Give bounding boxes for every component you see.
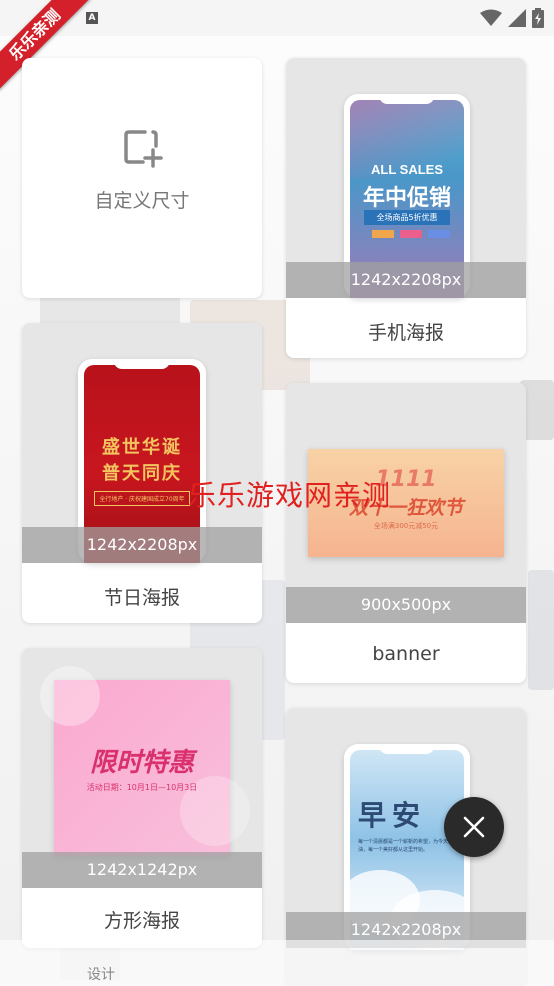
template-card-holiday-poster[interactable]: 盛世华诞 普天同庆 全行地产 · 庆祝建国成立70周年 1242x2208px …: [22, 323, 262, 623]
template-card-square-poster[interactable]: 限时特惠 活动日期：10月1日—10月3日 1242x1242px 方形海报: [22, 648, 262, 948]
template-label: 方形海报: [103, 910, 180, 932]
signal-icon: [508, 9, 526, 27]
size-label: 1242x2208px: [286, 262, 526, 298]
preview-headline-2: 普天同庆: [102, 463, 182, 484]
preview-headline-en: ALL SALES: [371, 162, 443, 177]
preview-subline: 全行地产 · 庆祝建国成立70周年: [94, 491, 190, 506]
template-label: 手机海报: [367, 322, 444, 344]
battery-icon: [532, 8, 544, 28]
bottom-nav-design[interactable]: 设计: [87, 964, 115, 984]
close-button[interactable]: [444, 797, 504, 857]
size-label: 900x500px: [286, 587, 526, 623]
template-card-banner[interactable]: 1111 双十一狂欢节 全场满300元减50元 900x500px banner: [286, 383, 526, 683]
preview-headline: 限时特惠: [89, 748, 194, 778]
preview-headline: 年中促销: [362, 186, 451, 211]
watermark: 乐乐游戏网亲测: [188, 479, 392, 512]
preview-headline: 早安: [358, 799, 427, 832]
add-crop-icon: [124, 130, 163, 168]
square-preview: 限时特惠 活动日期：10月1日—10月3日: [40, 666, 250, 856]
size-label: 1242x2208px: [22, 527, 262, 563]
preview-subline: 全场商品5折优惠: [364, 210, 450, 225]
bottom-nav: [0, 940, 554, 986]
custom-size-label: 自定义尺寸: [94, 190, 190, 212]
status-bar: A: [0, 0, 554, 36]
preview-subline: 全场满300元减50元: [373, 522, 439, 530]
preview-subline: 活动日期：10月1日—10月3日: [86, 783, 198, 792]
template-label: 节日海报: [103, 587, 180, 609]
preview-subline: 每一个清晨都是一个崭新的希望，为今天加油，每一个美好都从这里开始。: [358, 839, 454, 853]
wifi-icon: [480, 9, 502, 26]
close-icon: [463, 816, 485, 838]
a-icon: A: [86, 12, 98, 24]
template-label: banner: [372, 643, 440, 665]
size-label: 1242x1242px: [22, 852, 262, 888]
template-card-phone-poster[interactable]: ALL SALES 年中促销 全场商品5折优惠 1242x2208px 手机海报: [286, 58, 526, 358]
custom-size-card[interactable]: 自定义尺寸: [22, 58, 262, 298]
preview-headline: 盛世华诞: [102, 437, 182, 458]
